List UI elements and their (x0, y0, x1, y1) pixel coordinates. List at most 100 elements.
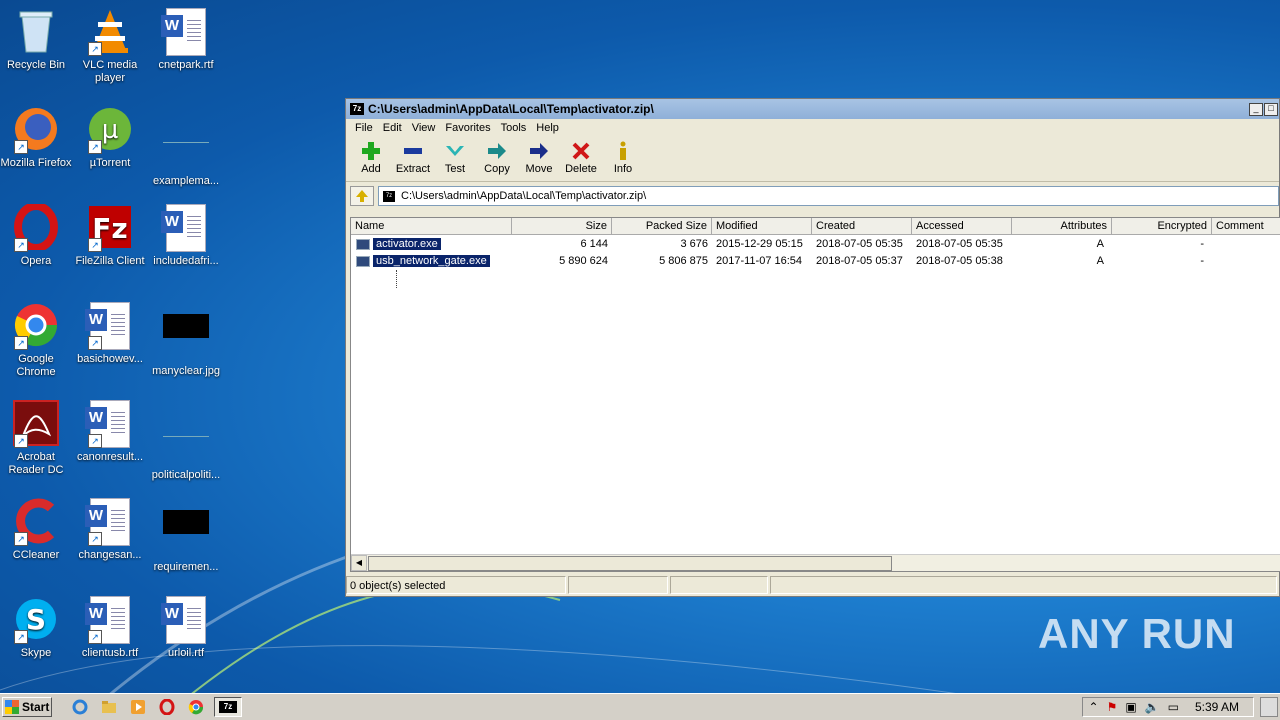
column-accessed[interactable]: Accessed (912, 218, 1012, 234)
file-row[interactable]: activator.exe 6 144 3 676 2015-12-29 05:… (351, 236, 1280, 253)
media-player-icon[interactable] (128, 697, 148, 717)
vlc-icon: ↗ (86, 8, 134, 56)
desktop-icon[interactable]: politicalpoliti... (148, 400, 224, 482)
column-name[interactable]: Name (351, 218, 512, 234)
desktop-icon[interactable]: Wincludedafri... (148, 204, 224, 268)
utorrent-icon: µ ↗ (86, 106, 134, 154)
add-button[interactable]: Add (350, 137, 392, 175)
column-comment[interactable]: Comment (1212, 218, 1280, 234)
network-icon[interactable]: ▣ (1125, 700, 1136, 714)
volume-icon[interactable]: 🔈 (1145, 700, 1160, 714)
word-doc-icon: W ↗ (85, 498, 134, 546)
show-desktop-button[interactable] (1260, 697, 1278, 717)
add-label: Add (361, 163, 381, 175)
maximize-button[interactable]: □ (1264, 103, 1278, 116)
info-icon (620, 141, 626, 160)
file-accessed: 2018-07-05 05:35 (916, 238, 1003, 250)
move-button[interactable]: Move (518, 137, 560, 175)
desktop-icon[interactable]: ↗ Opera (0, 202, 74, 268)
word-doc-icon: W (161, 8, 210, 56)
scrollbar-thumb[interactable] (368, 556, 892, 571)
window-titlebar[interactable]: 7z C:\Users\admin\AppData\Local\Temp\act… (346, 99, 1279, 119)
ccleaner-icon: ↗ (12, 498, 60, 546)
desktop-icon-label: Recycle Bin (6, 59, 66, 71)
word-doc-icon: W ↗ (85, 596, 134, 644)
start-button[interactable]: Start (2, 697, 52, 717)
file-attributes: A (1096, 238, 1104, 250)
column-attributes[interactable]: Attributes (1012, 218, 1112, 234)
display-icon[interactable]: ▭ (1168, 700, 1179, 714)
desktop-icon-label: changesan... (78, 549, 142, 561)
column-modified[interactable]: Modified (712, 218, 812, 234)
desktop-icon[interactable]: W ↗ clientusb.rtf (72, 596, 148, 660)
desktop-icon[interactable]: ↗ VLC media player (72, 8, 148, 85)
desktop-icon[interactable]: ↗ CCleaner (0, 498, 74, 562)
copy-button[interactable]: Copy (476, 137, 518, 175)
desktop-icon[interactable]: ↗ Mozilla Firefox (0, 106, 74, 170)
menu-help[interactable]: Help (531, 122, 564, 134)
desktop-icon[interactable]: ↗ Google Chrome (0, 302, 74, 379)
desktop-icon[interactable]: W ↗ canonresult... (72, 400, 148, 464)
desktop-icon[interactable]: µ ↗ µTorrent (72, 106, 148, 170)
horizontal-scrollbar[interactable]: ◀ (351, 554, 1280, 571)
desktop-icon-label: Opera (20, 255, 52, 267)
file-comment (1212, 253, 1280, 270)
clock[interactable]: 5:39 AM (1195, 700, 1239, 714)
chrome-icon: ↗ (12, 302, 60, 350)
watermark-text: ANY RUN (1038, 610, 1236, 657)
delete-button[interactable]: Delete (560, 137, 602, 175)
up-arrow-icon (356, 190, 368, 202)
7zip-window[interactable]: 7z C:\Users\admin\AppData\Local\Temp\act… (345, 98, 1280, 597)
desktop-icon-label: includedafri... (153, 255, 219, 267)
up-folder-button[interactable] (350, 186, 374, 206)
desktop-icon[interactable]: W ↗ basichowev... (72, 302, 148, 366)
shortcut-arrow-icon: ↗ (88, 140, 102, 154)
delete-label: Delete (565, 163, 597, 175)
menu-view[interactable]: View (407, 122, 441, 134)
scroll-left-arrow-icon[interactable]: ◀ (351, 555, 367, 571)
test-button[interactable]: Test (434, 137, 476, 175)
desktop-icon[interactable]: S ↗ Skype (0, 596, 74, 660)
chrome-taskbar-icon[interactable] (186, 697, 206, 717)
file-row[interactable]: usb_network_gate.exe 5 890 624 5 806 875… (351, 253, 1280, 270)
column-encrypted[interactable]: Encrypted (1112, 218, 1212, 234)
info-label: Info (613, 163, 633, 175)
file-encrypted: - (1200, 255, 1204, 267)
address-bar[interactable]: 7z C:\Users\admin\AppData\Local\Temp\act… (378, 186, 1279, 206)
desktop-icon[interactable]: W ↗ changesan... (72, 498, 148, 562)
desktop-icon[interactable]: Recycle Bin (0, 8, 74, 72)
desktop-icon[interactable]: ↗ Acrobat Reader DC (0, 400, 74, 477)
start-label: Start (22, 700, 50, 714)
word-doc-icon: W ↗ (85, 302, 134, 350)
extract-button[interactable]: Extract (392, 137, 434, 175)
desktop-icon[interactable]: Fz ↗ FileZilla Client (72, 204, 148, 268)
anyrun-watermark: ANY RUN (1038, 610, 1236, 658)
menu-edit[interactable]: Edit (378, 122, 407, 134)
ie-icon[interactable] (70, 697, 90, 717)
desktop-icon[interactable]: Wurloil.rtf (148, 596, 224, 660)
minimize-button[interactable]: _ (1249, 103, 1263, 116)
file-list[interactable]: Name Size Packed Size Modified Created A… (350, 217, 1280, 572)
column-size[interactable]: Size (512, 218, 612, 234)
desktop-icon[interactable]: manyclear.jpg (148, 302, 224, 378)
taskbar-7zip-button[interactable]: 7z (214, 697, 242, 717)
menu-tools[interactable]: Tools (496, 122, 532, 134)
column-created[interactable]: Created (812, 218, 912, 234)
explorer-folder-icon[interactable] (99, 697, 119, 717)
desktop-icon[interactable]: examplema... (148, 106, 224, 188)
menu-file[interactable]: File (350, 122, 378, 134)
desktop-icon[interactable]: requiremen... (148, 498, 224, 574)
file-attributes: A (1096, 255, 1104, 267)
action-center-icon[interactable]: ⚑ (1107, 700, 1118, 714)
column-packed-size[interactable]: Packed Size (612, 218, 712, 234)
taskbar: Start 7z ⌃ ⚑ ▣ 🔈 ▭ 5:39 AM (0, 693, 1280, 720)
opera-taskbar-icon[interactable] (157, 697, 177, 717)
shortcut-arrow-icon: ↗ (88, 336, 102, 350)
desktop-icon-label: Skype (20, 647, 52, 659)
info-button[interactable]: Info (602, 137, 644, 175)
menu-favorites[interactable]: Favorites (440, 122, 495, 134)
desktop-icon[interactable]: Wcnetpark.rtf (148, 8, 224, 72)
tray-expand-icon[interactable]: ⌃ (1089, 700, 1099, 714)
desktop-icon-label: manyclear.jpg (152, 365, 220, 377)
image-icon (162, 314, 210, 362)
